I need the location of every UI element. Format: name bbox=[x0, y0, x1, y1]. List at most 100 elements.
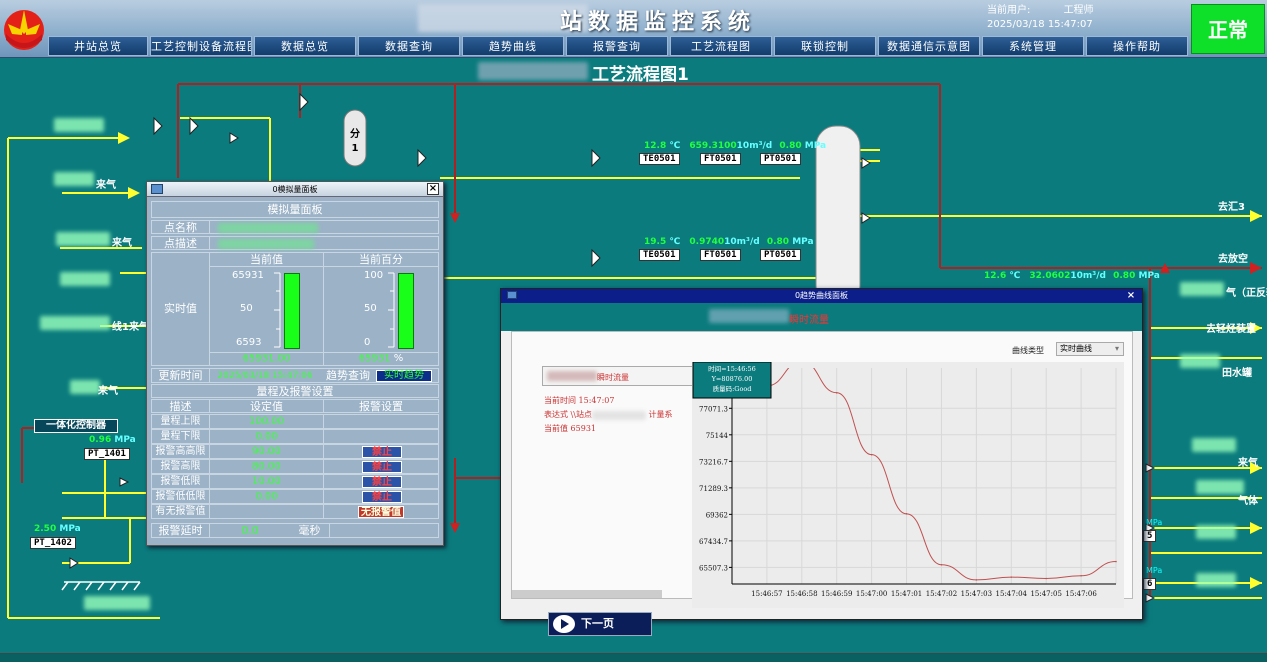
chevron-down-icon: ▾ bbox=[1114, 344, 1119, 353]
next-page-label: 下一页 bbox=[581, 617, 614, 630]
alarm-enable-toggle[interactable]: 禁止 bbox=[362, 446, 402, 458]
nav-system-admin[interactable]: 系统管理 bbox=[982, 36, 1084, 56]
series-point bbox=[1010, 576, 1013, 578]
tag-te0501-b[interactable]: TE0501 bbox=[639, 249, 680, 261]
curve-type-select[interactable]: 实时曲线 ▾ bbox=[1056, 342, 1124, 356]
update-time-value: 2025/03/18 15:47:06 bbox=[217, 371, 313, 381]
expr-suffix: 计量系 bbox=[648, 410, 673, 419]
series-point bbox=[870, 453, 873, 456]
alarm-row-value: 0.00 bbox=[210, 490, 324, 503]
current-datetime: 2025/03/18 15:47:07 bbox=[987, 19, 1093, 30]
right-tag-6[interactable]: 6 bbox=[1143, 578, 1157, 590]
outlet-label-vent: 去放空 bbox=[1218, 254, 1248, 265]
x-tick-label: 15:47:04 bbox=[996, 590, 1028, 598]
pt1401-unit: MPa bbox=[114, 435, 136, 445]
row1-flow-value: 659.3100 bbox=[689, 141, 737, 151]
row2-flow-value: 0.9740 bbox=[689, 237, 725, 247]
tooltip-line: 质量码:Good bbox=[713, 384, 752, 393]
right-tag-5[interactable]: 5 bbox=[1143, 530, 1157, 542]
alarm-enable-toggle[interactable]: 禁止 bbox=[362, 461, 402, 473]
time-value: 15:47:07 bbox=[578, 396, 615, 405]
series-point bbox=[940, 563, 943, 566]
current-percent-footer: 65931 % bbox=[324, 352, 438, 365]
redacted-point-desc bbox=[218, 239, 314, 249]
realtime-trend-button[interactable]: 实时趋势 bbox=[376, 370, 432, 382]
nav-interlock[interactable]: 联锁控制 bbox=[774, 36, 876, 56]
row1-temp-value: 12.8 bbox=[644, 141, 667, 151]
next-page-button[interactable]: 下一页 bbox=[548, 612, 652, 636]
tooltip-line: Y=80876.00 bbox=[711, 375, 753, 383]
y-tick-label: 69362 bbox=[706, 511, 728, 519]
integrated-controller-label[interactable]: 一体化控制器 bbox=[34, 419, 118, 433]
tag-pt0501-b[interactable]: PT0501 bbox=[760, 249, 801, 261]
nav-trend-curve[interactable]: 趋势曲线 bbox=[462, 36, 564, 56]
update-time-row: 更新时间 2025/03/18 15:47:06 趋势查询 实时趋势 bbox=[151, 368, 439, 383]
x-tick-label: 15:47:03 bbox=[961, 590, 992, 598]
tag-pt1401[interactable]: PT_1401 bbox=[84, 448, 130, 460]
trend-panel-titlebar[interactable]: 0趋势曲线面板 × bbox=[501, 289, 1142, 303]
analog-panel-window[interactable]: 0模拟量面板 × 模拟量面板 点名称 点描述 实时值 当前值 65931 50 … bbox=[146, 181, 444, 546]
expr-value: \\站点 bbox=[570, 410, 592, 419]
percent-unit: % bbox=[393, 353, 404, 364]
tag-ft0501-b[interactable]: FT0501 bbox=[700, 249, 741, 261]
trend-panel-close-button[interactable]: × bbox=[1126, 291, 1136, 301]
range-columns-header: 描述 设定值 报警设置 bbox=[151, 399, 439, 413]
percent-scale-mid: 50 bbox=[364, 303, 377, 314]
alarm-enable-toggle[interactable]: 禁止 bbox=[362, 476, 402, 488]
redacted-label bbox=[1196, 480, 1244, 494]
tag-pt1402[interactable]: PT_1402 bbox=[30, 537, 76, 549]
tooltip-line: 时间=15:46:56 bbox=[708, 364, 756, 373]
series-point bbox=[975, 579, 978, 581]
redacted-label bbox=[70, 380, 100, 394]
tag-te0501-a[interactable]: TE0501 bbox=[639, 153, 680, 165]
analog-panel-titlebar[interactable]: 0模拟量面板 × bbox=[147, 182, 443, 197]
nav-well-overview[interactable]: 井站总览 bbox=[48, 36, 148, 56]
nav-data-overview[interactable]: 数据总览 bbox=[254, 36, 356, 56]
alarm-setting-row: 报警高限 80.00 禁止 bbox=[151, 459, 439, 474]
nav-alarm-query[interactable]: 报警查询 bbox=[566, 36, 668, 56]
nav-comm-diagram[interactable]: 数据通信示意图 bbox=[878, 36, 980, 56]
alarm-enable-toggle[interactable]: 禁止 bbox=[362, 491, 402, 503]
tag-ft0501-a[interactable]: FT0501 bbox=[700, 153, 741, 165]
row2-press-value: 0.80 bbox=[766, 237, 790, 247]
horizontal-scrollbar[interactable] bbox=[512, 590, 662, 598]
nav-help[interactable]: 操作帮助 bbox=[1086, 36, 1188, 56]
inlet-label-2: 来气 bbox=[112, 238, 132, 249]
outlet-label-gas: 气体 bbox=[1238, 496, 1258, 507]
current-value-number: 65931.00 bbox=[210, 352, 323, 365]
alarm-delay-label: 报警延时 bbox=[152, 524, 210, 537]
redacted-label bbox=[40, 316, 110, 330]
update-time-label: 更新时间 bbox=[152, 369, 210, 382]
scada-screen: 站数据监控系统 井站总览 工艺控制设备流程图 数据总览 数据查询 趋势曲线 报警… bbox=[0, 0, 1267, 662]
row3-measurements: 12.6 ℃ 32.060210m³/d 0.80 MPa bbox=[984, 271, 1160, 281]
y-tick-label: 71289.3 bbox=[699, 485, 728, 493]
outlet-label-hui3: 去汇3 bbox=[1218, 202, 1245, 213]
redacted-legend bbox=[547, 371, 597, 381]
row3-temp-value: 12.6 bbox=[984, 271, 1007, 281]
point-name-label: 点名称 bbox=[152, 221, 210, 233]
nav-process-control[interactable]: 工艺控制设备流程图 bbox=[150, 36, 252, 56]
row2-measurements: 19.5 ℃ 0.974010m³/d 0.80 MPa bbox=[644, 237, 814, 247]
nav-data-query[interactable]: 数据查询 bbox=[358, 36, 460, 56]
trend-panel-window[interactable]: 0趋势曲线面板 × 瞬时流量 曲线类型 实时曲线 ▾ 瞬时流量 当前时间 15:… bbox=[500, 288, 1143, 620]
window-icon bbox=[507, 291, 517, 299]
alarm-row-label: 报警低限 bbox=[152, 475, 210, 488]
analog-panel-close-button[interactable]: × bbox=[427, 183, 439, 195]
trend-panel-window-title: 0趋势曲线面板 bbox=[794, 291, 849, 300]
row1-flow-unit: 10m³/d bbox=[736, 141, 773, 151]
alarm-value-status-button[interactable]: 无报警值 bbox=[358, 506, 404, 518]
current-percent-bar bbox=[398, 273, 414, 349]
percent-scale-min: 0 bbox=[364, 337, 371, 348]
trend-chart[interactable]: 65507.3 67434.7 69362 71289.3 73216.7 75144 77… bbox=[692, 362, 1124, 608]
trend-info-block: 当前时间 15:47:07 表达式 \\站点 计量系 当前值 65931 bbox=[544, 394, 672, 436]
trend-subtitle-bar: 瞬时流量 bbox=[501, 303, 1142, 331]
nav-process-flow[interactable]: 工艺流程图 bbox=[670, 36, 772, 56]
alarm-delay-row: 报警延时 0.0 毫秒 bbox=[151, 523, 439, 538]
col-setting-header: 设定值 bbox=[210, 400, 324, 412]
percent-scale-ruler bbox=[388, 272, 395, 348]
tag-pt0501-a[interactable]: PT0501 bbox=[760, 153, 801, 165]
analog-panel-window-title: 0模拟量面板 bbox=[272, 185, 318, 194]
row2-temp-unit: ℃ bbox=[669, 237, 681, 247]
redacted-label bbox=[1192, 438, 1236, 452]
current-value-column: 当前值 65931 50 6593 65931.00 bbox=[210, 253, 324, 365]
